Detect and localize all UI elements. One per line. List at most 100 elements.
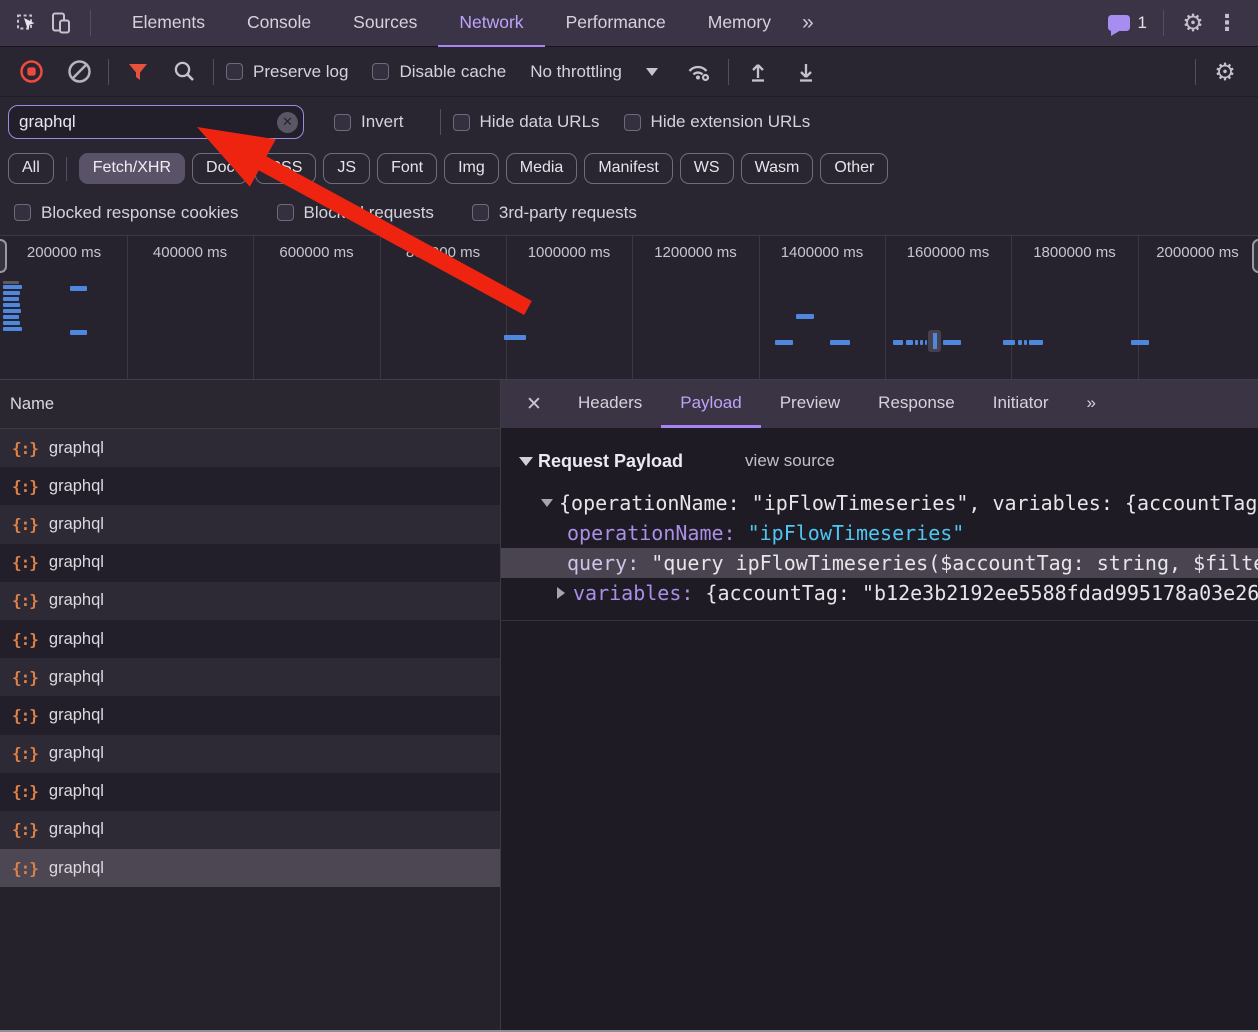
import-har-button[interactable] [741, 55, 775, 89]
network-conditions-button[interactable] [682, 55, 716, 89]
hide-extension-urls-toggle[interactable]: Hide extension URLs [624, 112, 811, 132]
request-name: graphql [49, 439, 104, 458]
tab-memory[interactable]: Memory [687, 0, 792, 47]
third-party-toggle[interactable]: 3rd-party requests [472, 203, 637, 223]
tab-network[interactable]: Network [438, 0, 544, 47]
blocked-cookies-toggle[interactable]: Blocked response cookies [14, 203, 239, 223]
third-party-checkbox[interactable] [472, 204, 489, 221]
timeline-bar [775, 340, 793, 345]
table-row[interactable]: {:}graphql [0, 658, 500, 696]
blocked-cookies-checkbox[interactable] [14, 204, 31, 221]
json-line[interactable]: operationName:"ipFlowTimeseries" [501, 518, 1258, 548]
request-name: graphql [49, 706, 104, 725]
devtools-window: Elements Console Sources Network Perform… [0, 0, 1258, 1032]
table-row[interactable]: {:}graphql [0, 696, 500, 734]
tab-sources[interactable]: Sources [332, 0, 438, 47]
chip-media[interactable]: Media [506, 153, 578, 184]
tab-headers[interactable]: Headers [559, 380, 661, 428]
invert-toggle[interactable]: Invert [334, 112, 404, 132]
network-settings-gear-icon[interactable] [1208, 55, 1242, 89]
timeline-bar [70, 330, 87, 335]
json-summary-line[interactable]: {operationName: "ipFlowTimeseries", vari… [501, 488, 1258, 518]
tab-payload[interactable]: Payload [661, 380, 760, 428]
tab-console[interactable]: Console [226, 0, 332, 47]
more-tabs-icon[interactable]: » [792, 0, 822, 47]
table-row[interactable]: {:}graphql [0, 811, 500, 849]
table-row[interactable]: {:}graphql [0, 467, 500, 505]
more-detail-tabs-icon[interactable]: » [1067, 380, 1112, 428]
search-button[interactable] [167, 55, 201, 89]
json-key: variables: [573, 578, 693, 608]
disable-cache-toggle[interactable]: Disable cache [372, 62, 506, 82]
network-overview-timeline[interactable]: 200000 ms 400000 ms 600000 ms 800000 ms … [0, 235, 1258, 380]
device-toolbar-glyph [49, 11, 73, 35]
chip-doc[interactable]: Doc [192, 153, 248, 184]
blocked-requests-toggle[interactable]: Blocked requests [277, 203, 434, 223]
issues-count[interactable]: 1 [1138, 13, 1147, 33]
blocked-requests-label: Blocked requests [304, 203, 434, 223]
hide-data-urls-toggle[interactable]: Hide data URLs [453, 112, 600, 132]
view-source-link[interactable]: view source [745, 451, 835, 471]
inspect-element-icon[interactable] [10, 6, 44, 40]
export-har-button[interactable] [789, 55, 823, 89]
chip-css[interactable]: CSS [255, 153, 316, 184]
clear-log-button[interactable] [62, 55, 96, 89]
table-row[interactable]: {:}graphql [0, 429, 500, 467]
disable-cache-checkbox[interactable] [372, 63, 389, 80]
table-row[interactable]: {:}graphql [0, 544, 500, 582]
invert-checkbox[interactable] [334, 114, 351, 131]
overview-grip-right[interactable] [1252, 239, 1258, 273]
table-row[interactable]: {:}graphql [0, 620, 500, 658]
tab-elements[interactable]: Elements [111, 0, 226, 47]
chip-ws[interactable]: WS [680, 153, 734, 184]
table-row[interactable]: {:}graphql [0, 505, 500, 543]
customize-menu-icon[interactable] [1210, 6, 1244, 40]
tab-initiator[interactable]: Initiator [974, 380, 1068, 428]
table-row[interactable]: {:}graphql [0, 735, 500, 773]
json-request-icon: {:} [12, 630, 38, 649]
json-line[interactable]: variables:{accountTag: "b12e3b2192ee5588… [501, 578, 1258, 608]
tab-preview[interactable]: Preview [761, 380, 859, 428]
preserve-log-toggle[interactable]: Preserve log [226, 62, 348, 82]
record-icon [19, 59, 44, 84]
close-icon[interactable] [517, 393, 551, 415]
chip-all[interactable]: All [8, 153, 54, 184]
collapse-triangle-icon[interactable] [519, 457, 533, 466]
chip-manifest[interactable]: Manifest [584, 153, 672, 184]
record-button[interactable] [14, 55, 48, 89]
chip-fetch-xhr[interactable]: Fetch/XHR [79, 153, 185, 184]
preserve-log-checkbox[interactable] [226, 63, 243, 80]
settings-gear-icon[interactable] [1176, 6, 1210, 40]
throttling-select[interactable]: No throttling [530, 62, 658, 82]
wifi-gear-icon [685, 60, 712, 83]
device-toolbar-icon[interactable] [44, 6, 78, 40]
timeline-bar [3, 321, 20, 325]
block-icon [67, 59, 92, 84]
name-column-header[interactable]: Name [0, 380, 500, 429]
issues-message-icon[interactable] [1108, 15, 1130, 31]
tab-performance[interactable]: Performance [545, 0, 687, 47]
timeline-bar [830, 340, 850, 345]
hide-data-urls-checkbox[interactable] [453, 114, 470, 131]
timeline-bar [1018, 340, 1022, 345]
overview-grip-left[interactable] [0, 239, 7, 273]
json-line-selected[interactable]: query:"query ipFlowTimeseries($accountTa… [501, 548, 1258, 578]
expand-triangle-icon[interactable] [541, 499, 553, 507]
divider [728, 59, 729, 85]
chip-img[interactable]: Img [444, 153, 499, 184]
filter-toggle-button[interactable] [121, 55, 155, 89]
table-row[interactable]: {:}graphql [0, 773, 500, 811]
chip-other[interactable]: Other [820, 153, 888, 184]
chip-wasm[interactable]: Wasm [741, 153, 814, 184]
chip-font[interactable]: Font [377, 153, 437, 184]
table-row[interactable]: {:}graphql [0, 582, 500, 620]
table-row-selected[interactable]: {:}graphql [0, 849, 500, 887]
expand-right-triangle-icon[interactable] [557, 587, 565, 599]
filter-input[interactable] [19, 107, 269, 136]
hide-extension-urls-checkbox[interactable] [624, 114, 641, 131]
chip-js[interactable]: JS [323, 153, 370, 184]
timeline-bar [70, 286, 87, 291]
tab-response[interactable]: Response [859, 380, 974, 428]
blocked-requests-checkbox[interactable] [277, 204, 294, 221]
clear-filter-icon[interactable] [277, 112, 298, 133]
